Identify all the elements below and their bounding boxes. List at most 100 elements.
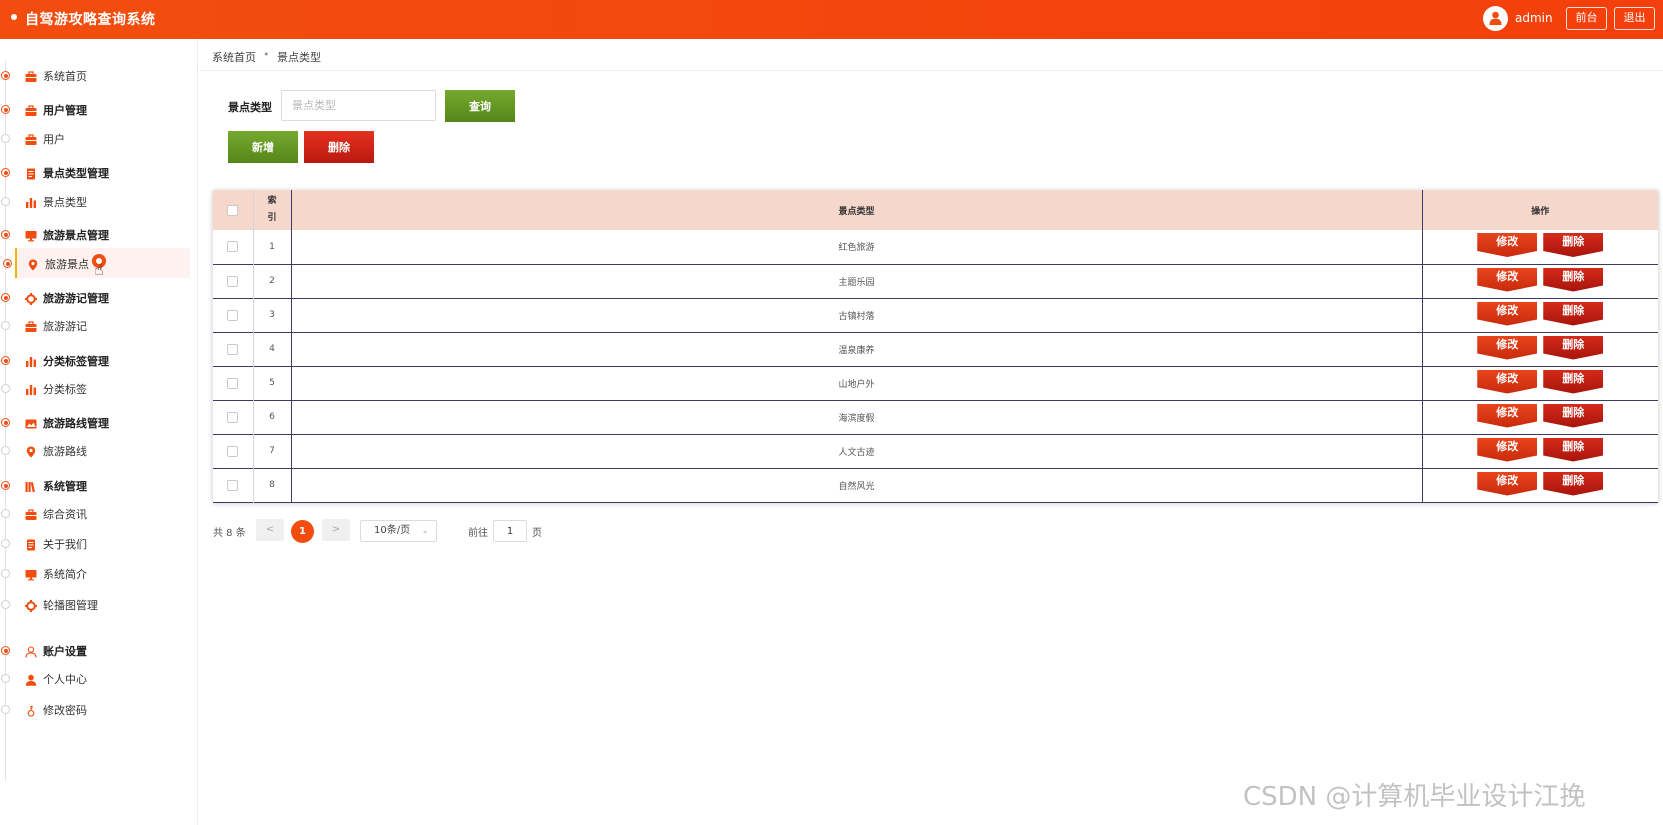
delete-button[interactable]: 删除 (1543, 403, 1604, 428)
sidebar-item-17[interactable]: 轮播图管理 (0, 589, 190, 619)
goto-label: 前往 (468, 528, 488, 539)
row-checkbox[interactable] (227, 343, 239, 355)
table-row: 7 人文古迹 修改 删除 (213, 434, 1658, 468)
library-icon (25, 478, 37, 493)
sidebar-item-4[interactable]: 景点类型 (0, 186, 190, 216)
edit-button[interactable]: 修改 (1477, 301, 1538, 326)
row-index: 4 (253, 332, 292, 366)
timeline-dot (1, 600, 10, 609)
row-checkbox[interactable] (227, 309, 239, 321)
row-checkbox[interactable] (227, 411, 239, 423)
user-icon (1489, 11, 1502, 25)
sidebar-group-9[interactable]: 分类标签管理 (0, 345, 190, 375)
timeline-dot (1, 356, 10, 365)
edit-button[interactable]: 修改 (1477, 335, 1538, 360)
edit-button[interactable]: 修改 (1477, 471, 1538, 496)
sidebar-group-3[interactable]: 景点类型管理 (0, 157, 190, 187)
edit-button[interactable]: 修改 (1477, 267, 1538, 292)
delete-button[interactable]: 删除 (1543, 267, 1604, 292)
delete-button[interactable]: 删除 (1543, 369, 1604, 394)
gear-icon (25, 597, 37, 612)
sidebar-group-18[interactable]: 账户设置 (0, 635, 190, 665)
column-header-type: 景点类型 (291, 190, 1423, 230)
column-header-ops: 操作 (1531, 206, 1550, 217)
logo-dot-icon (11, 14, 17, 20)
sidebar-item-10[interactable]: 分类标签 (0, 373, 190, 403)
watermark: CSDN @计算机毕业设计江挽 (1243, 782, 1586, 812)
select-all-checkbox[interactable] (227, 204, 239, 216)
edit-button[interactable]: 修改 (1477, 403, 1538, 428)
sidebar-group-13[interactable]: 系统管理 (0, 470, 190, 500)
row-type: 温泉康养 (291, 332, 1423, 366)
timeline-dot (1, 509, 10, 518)
row-checkbox[interactable] (227, 445, 239, 457)
row-type: 主题乐园 (291, 264, 1423, 298)
row-type: 自然风光 (291, 468, 1423, 502)
logout-button[interactable]: 退出 (1614, 7, 1655, 30)
sidebar-item-label: 综合资讯 (43, 508, 87, 521)
front-button[interactable]: 前台 (1566, 7, 1607, 30)
top-header: 自驾游攻略查询系统 admin 前台 退出 (0, 0, 1663, 39)
timeline-dot (1, 646, 10, 655)
map-pin-icon (25, 443, 37, 458)
document-icon (25, 165, 37, 180)
search-input[interactable] (281, 90, 436, 121)
breadcrumb-home[interactable]: 系统首页 (212, 49, 256, 65)
sidebar-item-2[interactable]: 用户 (0, 123, 190, 153)
row-checkbox[interactable] (227, 241, 239, 253)
query-button[interactable]: 查询 (445, 90, 515, 122)
table-row: 8 自然风光 修改 删除 (213, 468, 1658, 502)
row-checkbox[interactable] (227, 479, 239, 491)
sidebar-group-5[interactable]: 旅游景点管理 (0, 219, 190, 249)
table-row: 4 温泉康养 修改 删除 (213, 332, 1658, 366)
sidebar-item-16[interactable]: 系统简介 (0, 558, 190, 588)
timeline-dot (3, 259, 12, 268)
delete-button[interactable]: 删除 (1543, 301, 1604, 326)
sidebar-item-19[interactable]: 个人中心 (0, 663, 190, 693)
bar-chart-icon (25, 353, 37, 367)
page-number-1[interactable]: 1 (291, 520, 314, 543)
delete-button[interactable]: 删除 (1543, 437, 1604, 462)
delete-button[interactable]: 删除 (1543, 233, 1604, 257)
bulk-delete-button[interactable]: 删除 (304, 131, 374, 163)
username[interactable]: admin (1515, 11, 1553, 25)
key-icon (25, 702, 37, 717)
edit-button[interactable]: 修改 (1477, 369, 1538, 394)
avatar[interactable] (1483, 6, 1508, 31)
edit-button[interactable]: 修改 (1477, 233, 1538, 257)
sidebar-item-15[interactable]: 关于我们 (0, 528, 190, 558)
table-row: 2 主题乐园 修改 删除 (213, 264, 1658, 298)
sidebar-item-12[interactable]: 旅游路线 (0, 435, 190, 465)
timeline-dot (1, 418, 10, 427)
table-row: 5 山地户外 修改 删除 (213, 366, 1658, 400)
delete-button[interactable]: 删除 (1543, 335, 1604, 360)
sidebar-group-11[interactable]: 旅游路线管理 (0, 407, 190, 437)
monitor-icon (25, 227, 37, 242)
hand-cursor-icon: ☝ (94, 260, 104, 279)
sidebar-item-label: 账户设置 (43, 645, 87, 658)
edit-button[interactable]: 修改 (1477, 437, 1538, 462)
delete-button[interactable]: 删除 (1543, 471, 1604, 496)
document-icon (25, 536, 37, 551)
row-index: 8 (253, 468, 292, 502)
sidebar-group-1[interactable]: 用户管理 (0, 94, 190, 124)
sidebar-item-label: 旅游路线 (43, 445, 87, 458)
next-page-button[interactable]: > (322, 519, 350, 541)
chevron-down-icon: ⌄ (421, 526, 429, 536)
add-button[interactable]: 新增 (228, 131, 298, 163)
prev-page-button[interactable]: < (256, 519, 284, 541)
sidebar-item-8[interactable]: 旅游游记 (0, 310, 190, 340)
data-table: 索引 景点类型 操作 1 红色旅游 修改 删除 2 主题乐园 修改 删除 3 古镇村落 修改 删除 4 温… (213, 190, 1658, 502)
goto-page-input[interactable] (493, 520, 527, 542)
row-checkbox[interactable] (227, 377, 239, 389)
row-index: 7 (253, 434, 292, 468)
sidebar-item-20[interactable]: 修改密码 (0, 694, 190, 724)
timeline-dot (1, 384, 10, 393)
table-row: 3 古镇村落 修改 删除 (213, 298, 1658, 332)
sidebar-item-6[interactable]: 旅游景点 ☝ (3, 248, 190, 279)
sidebar-item-14[interactable]: 综合资讯 (0, 498, 190, 528)
sidebar-item-0[interactable]: 系统首页 (0, 60, 190, 90)
row-checkbox[interactable] (227, 275, 239, 287)
page-size-select[interactable]: 10条/页 ⌄ (360, 520, 437, 542)
sidebar-group-7[interactable]: 旅游游记管理 (0, 282, 190, 312)
